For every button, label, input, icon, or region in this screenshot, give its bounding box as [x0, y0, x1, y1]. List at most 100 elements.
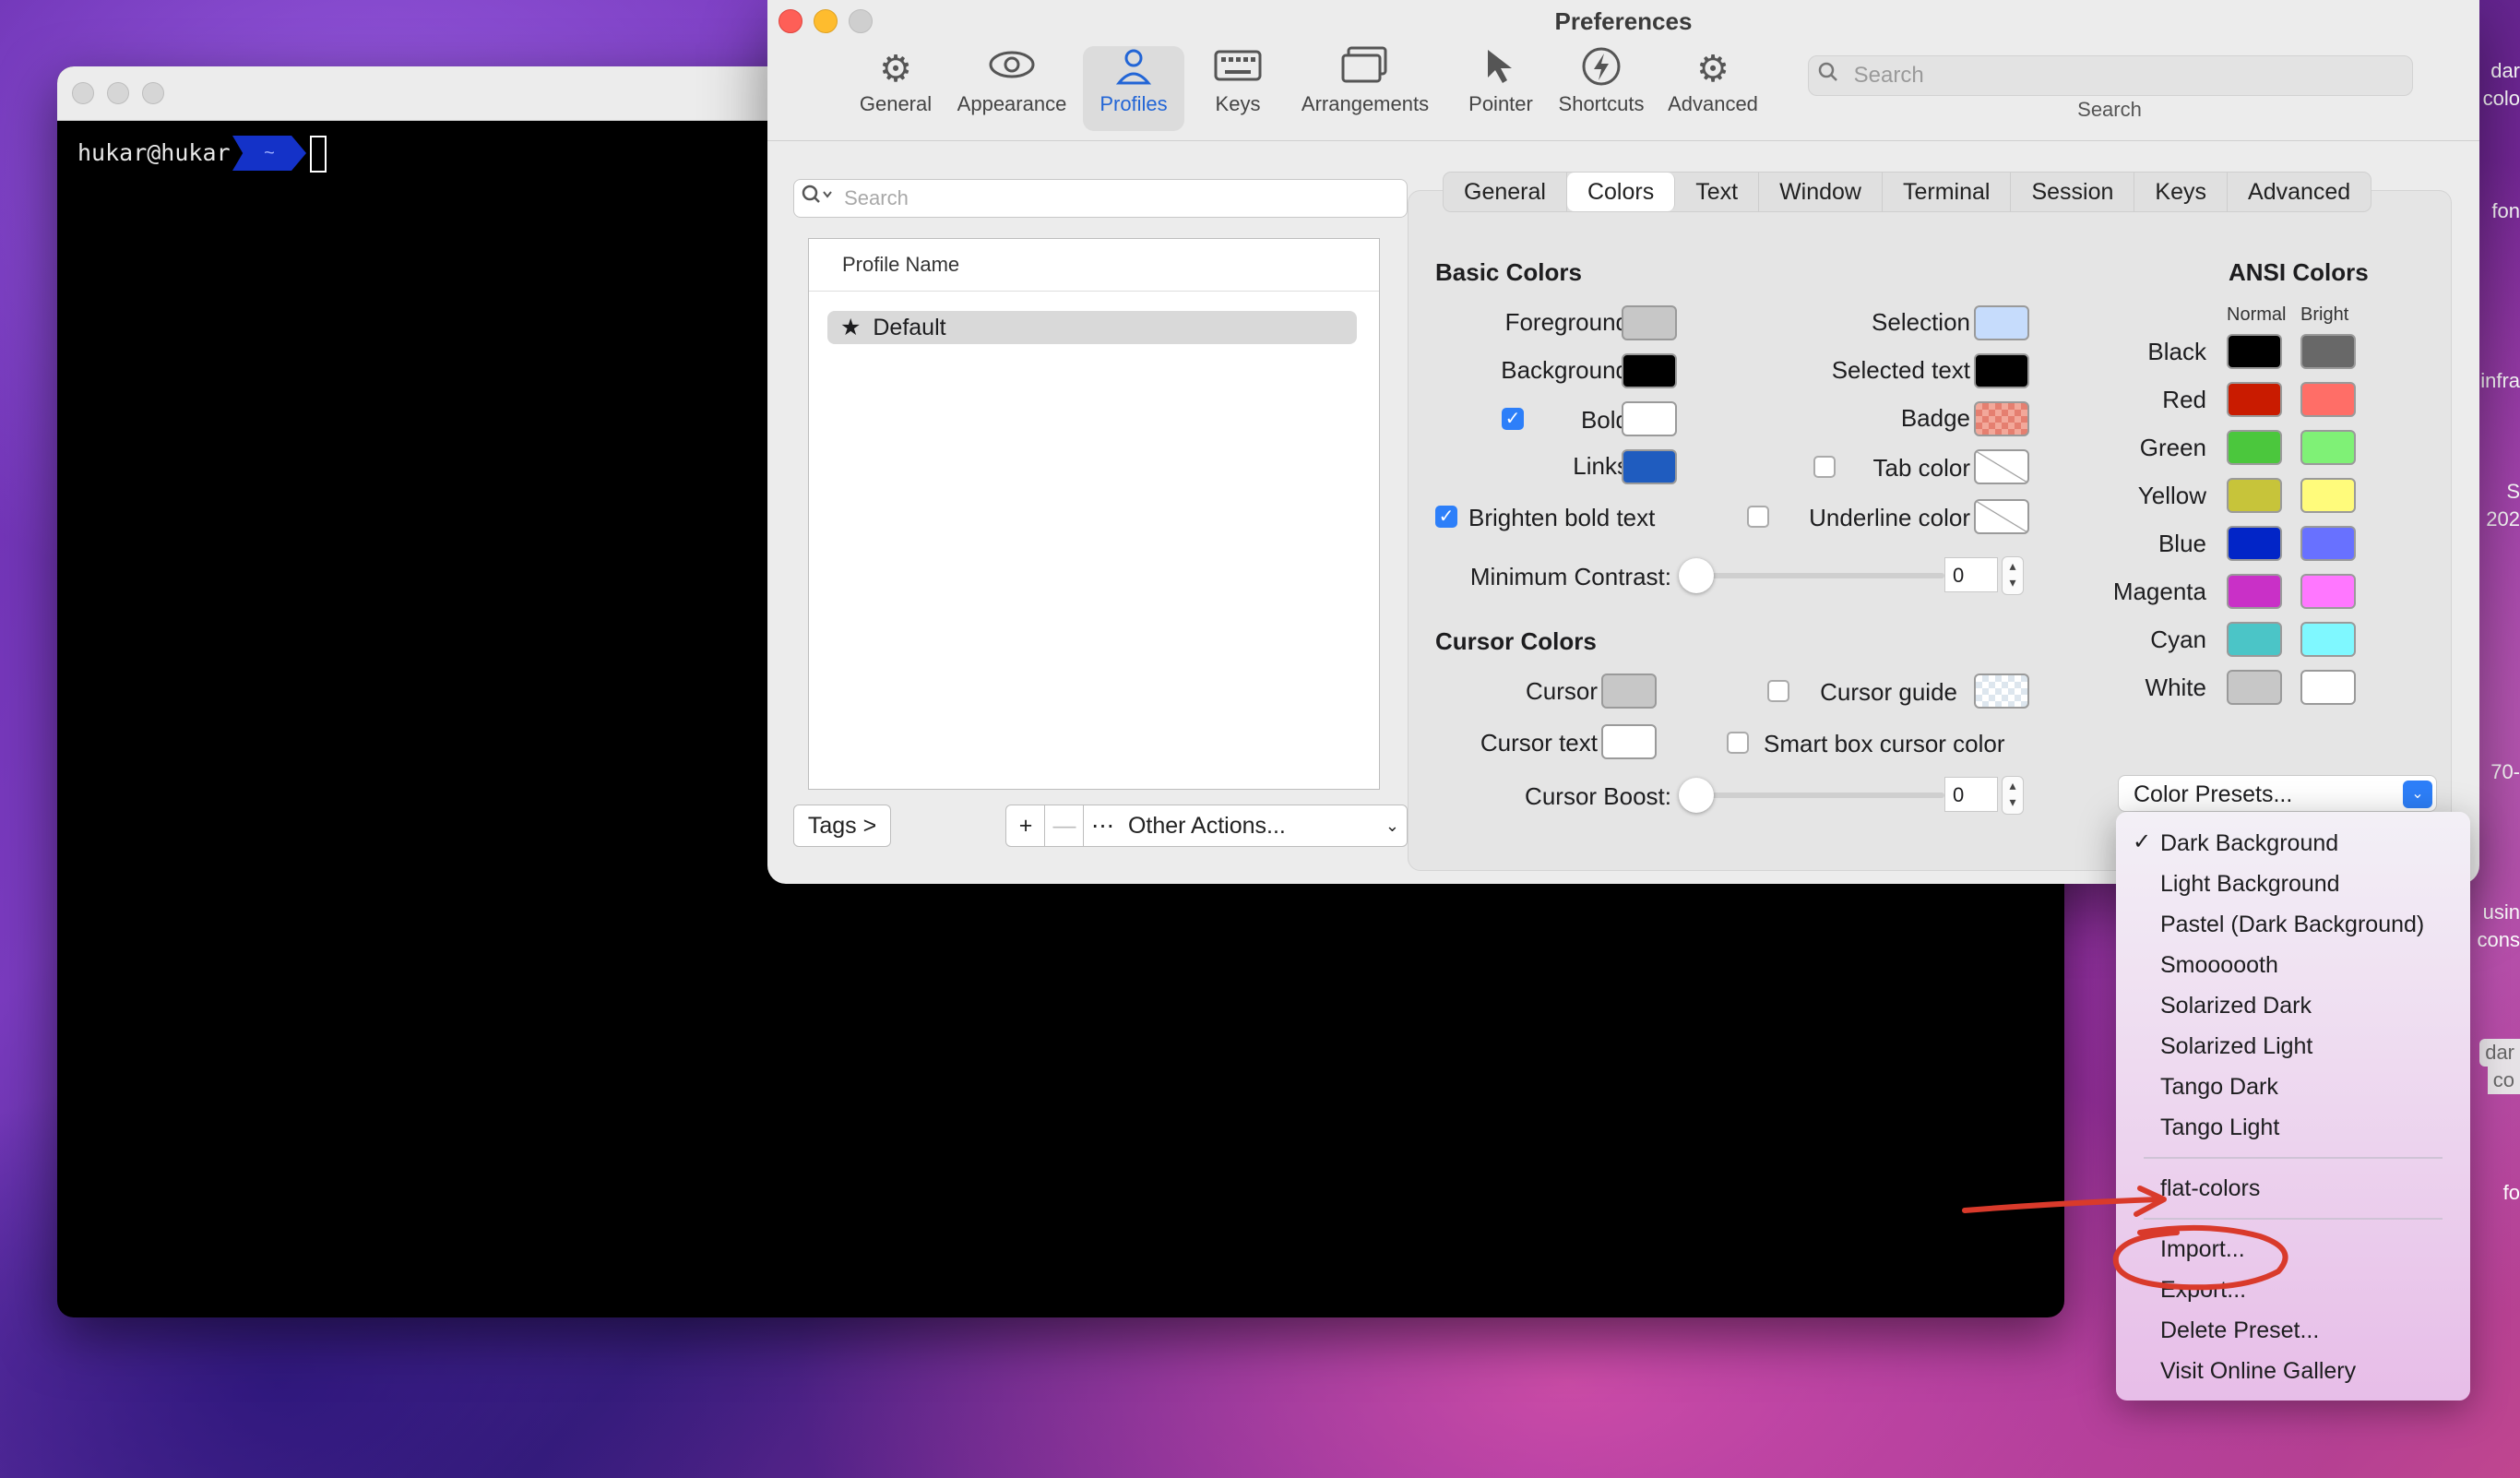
badge-color-well[interactable]	[1974, 401, 2029, 436]
ansi-yellow-bright-well[interactable]	[2300, 478, 2356, 513]
ansi-green-normal-well[interactable]	[2227, 430, 2282, 465]
menu-item-dark-background[interactable]: Dark Background	[2160, 830, 2338, 857]
preferences-window[interactable]: Preferences ⚙ General Appearance Profile…	[767, 0, 2479, 884]
ansi-magenta-bright-well[interactable]	[2300, 574, 2356, 609]
ansi-yellow-normal-well[interactable]	[2227, 478, 2282, 513]
close-button[interactable]	[72, 82, 94, 104]
tab-colors[interactable]: Colors	[1566, 173, 1676, 211]
background-color-well[interactable]	[1622, 353, 1677, 388]
toolbar-label: Pointer	[1468, 92, 1533, 115]
menu-separator	[2144, 1157, 2443, 1159]
ansi-red-bright-well[interactable]	[2300, 382, 2356, 417]
profiles-table[interactable]: Profile Name ★ Default	[808, 238, 1380, 790]
bold-color-well[interactable]	[1622, 401, 1677, 436]
keyboard-icon	[1197, 46, 1278, 92]
minimum-contrast-slider[interactable]	[1692, 573, 1944, 578]
profile-search-field[interactable]: Search	[793, 179, 1408, 218]
menu-item-tango-light[interactable]: Tango Light	[2160, 1114, 2279, 1141]
edge-text: S	[2506, 480, 2520, 503]
tab-window[interactable]: Window	[1759, 173, 1883, 211]
selected-text-color-well[interactable]	[1974, 353, 2029, 388]
ansi-green-bright-well[interactable]	[2300, 430, 2356, 465]
smart-box-cursor-checkbox[interactable]	[1727, 732, 1749, 754]
cursor-boost-value[interactable]: 0	[1944, 777, 1998, 812]
ansi-red-label: Red	[2162, 386, 2206, 413]
minimize-button[interactable]	[107, 82, 129, 104]
foreground-color-well[interactable]	[1622, 305, 1677, 340]
menu-item-smoooooth[interactable]: Smoooooth	[2160, 952, 2278, 979]
preferences-search-field[interactable]: Search	[1808, 55, 2413, 96]
toolbar-arrangements[interactable]: Arrangements	[1284, 46, 1446, 131]
ansi-blue-bright-well[interactable]	[2300, 526, 2356, 561]
toolbar-keys[interactable]: Keys	[1197, 46, 1278, 131]
toolbar-shortcuts[interactable]: Shortcuts	[1550, 46, 1653, 131]
toolbar-label: Profiles	[1100, 92, 1168, 115]
color-presets-menu[interactable]: ✓ Dark Background Light Background Paste…	[2116, 812, 2470, 1401]
gears-icon: ⚙	[1696, 49, 1730, 89]
profile-tabs[interactable]: General Colors Text Window Terminal Sess…	[1443, 172, 2372, 212]
other-actions-menu[interactable]: ⋯ Other Actions... ⌄	[1083, 805, 1408, 847]
zoom-button[interactable]	[142, 82, 164, 104]
profile-name: Default	[873, 315, 946, 340]
brighten-bold-checkbox[interactable]: ✓	[1435, 506, 1457, 528]
add-profile-button[interactable]: +	[1005, 805, 1046, 847]
tab-general[interactable]: General	[1444, 173, 1567, 211]
tab-terminal[interactable]: Terminal	[1883, 173, 2012, 211]
toolbar-general[interactable]: ⚙ General	[849, 46, 943, 131]
tab-color-checkbox[interactable]	[1813, 456, 1836, 478]
links-color-well[interactable]	[1622, 449, 1677, 484]
menu-item-pastel[interactable]: Pastel (Dark Background)	[2160, 912, 2424, 938]
minimum-contrast-knob[interactable]	[1679, 558, 1714, 593]
remove-profile-button[interactable]: —	[1044, 805, 1085, 847]
tab-color-well[interactable]	[1974, 449, 2029, 484]
ansi-magenta-normal-well[interactable]	[2227, 574, 2282, 609]
cursor-color-well[interactable]	[1601, 673, 1657, 709]
ansi-black-bright-well[interactable]	[2300, 334, 2356, 369]
tags-button[interactable]: Tags >	[793, 805, 891, 847]
tab-session[interactable]: Session	[2011, 173, 2135, 211]
toolbar-pointer[interactable]: Pointer	[1456, 46, 1546, 131]
ansi-black-normal-well[interactable]	[2227, 334, 2282, 369]
cursor-guide-label: Cursor guide	[1820, 678, 1957, 706]
column-header-profile-name[interactable]: Profile Name	[809, 239, 1379, 292]
selection-color-well[interactable]	[1974, 305, 2029, 340]
ansi-black-label: Black	[2147, 338, 2206, 365]
toolbar-appearance[interactable]: Appearance	[948, 46, 1076, 131]
underline-color-well[interactable]	[1974, 499, 2029, 534]
cursor-boost-stepper[interactable]: ▴ ▾	[2002, 776, 2024, 815]
brighten-bold-label: Brighten bold text	[1468, 504, 1656, 531]
menu-item-tango-dark[interactable]: Tango Dark	[2160, 1074, 2278, 1101]
cursor-boost-knob[interactable]	[1679, 778, 1714, 813]
toolbar-divider	[767, 140, 2479, 141]
toolbar-advanced[interactable]: ⚙ Advanced	[1660, 46, 1765, 131]
underline-color-checkbox[interactable]	[1747, 506, 1769, 528]
ansi-white-bright-well[interactable]	[2300, 670, 2356, 705]
bold-label: Bold	[1580, 406, 1629, 434]
menu-item-solarized-dark[interactable]: Solarized Dark	[2160, 993, 2312, 1019]
ansi-red-normal-well[interactable]	[2227, 382, 2282, 417]
ansi-cyan-normal-well[interactable]	[2227, 622, 2282, 657]
tab-text[interactable]: Text	[1675, 173, 1760, 211]
cursor-text-color-well[interactable]	[1601, 724, 1657, 759]
cursor-boost-label: Cursor Boost:	[1525, 782, 1671, 810]
minimum-contrast-stepper[interactable]: ▴ ▾	[2002, 556, 2024, 595]
color-presets-popup[interactable]: Color Presets... ⌄	[2118, 775, 2437, 812]
ansi-blue-normal-well[interactable]	[2227, 526, 2282, 561]
menu-item-solarized-light[interactable]: Solarized Light	[2160, 1033, 2312, 1060]
tab-keys[interactable]: Keys	[2134, 173, 2229, 211]
bold-checkbox[interactable]: ✓	[1502, 408, 1524, 430]
ansi-cyan-bright-well[interactable]	[2300, 622, 2356, 657]
minimum-contrast-value[interactable]: 0	[1944, 557, 1998, 592]
menu-item-light-background[interactable]: Light Background	[2160, 871, 2340, 898]
tab-color-label: Tab color	[1872, 454, 1971, 482]
menu-item-visit-online-gallery[interactable]: Visit Online Gallery	[2160, 1358, 2356, 1385]
ansi-colors-heading: ANSI Colors	[2229, 258, 2369, 286]
tab-advanced[interactable]: Advanced	[2228, 173, 2371, 211]
profile-row-default[interactable]: ★ Default	[827, 311, 1357, 344]
menu-item-delete-preset[interactable]: Delete Preset...	[2160, 1317, 2319, 1344]
cursor-boost-slider[interactable]	[1692, 793, 1944, 798]
toolbar-profiles[interactable]: Profiles	[1083, 46, 1184, 131]
cursor-guide-color-well[interactable]	[1974, 673, 2029, 709]
ansi-white-normal-well[interactable]	[2227, 670, 2282, 705]
cursor-guide-checkbox[interactable]	[1767, 680, 1789, 702]
